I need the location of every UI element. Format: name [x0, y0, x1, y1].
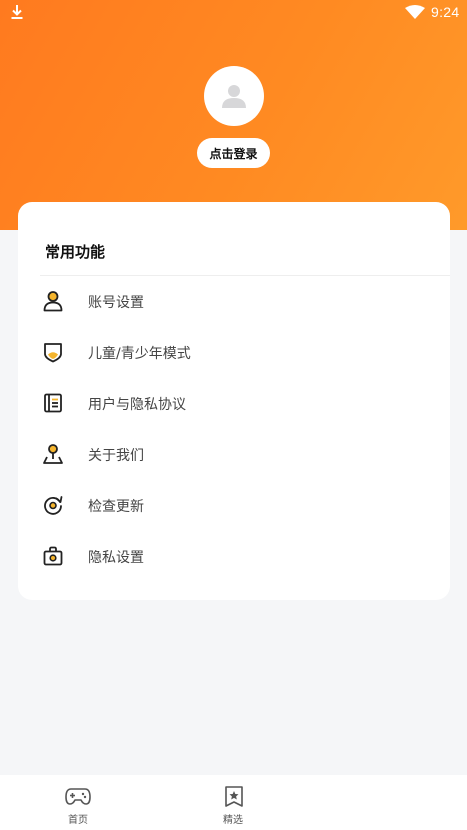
refresh-icon — [44, 496, 63, 515]
download-icon — [11, 5, 23, 19]
menu-item-privacy-settings[interactable]: 隐私设置 — [18, 533, 450, 581]
menu-item-label: 隐私设置 — [88, 550, 144, 566]
menu-item-youth-mode[interactable]: 儿童/青少年模式 — [18, 329, 450, 377]
menu-item-label: 检查更新 — [88, 499, 144, 515]
gamepad-icon — [65, 788, 91, 805]
divider — [40, 275, 450, 276]
features-card: 常用功能 账号设置 儿童/青少年模式 用户与隐私协议 关于我们 检查更新 隐私设… — [18, 202, 450, 600]
lock-bag-icon — [43, 546, 63, 566]
person-icon — [43, 291, 63, 312]
wifi-icon — [405, 5, 425, 19]
tab-featured[interactable]: 精选 — [188, 775, 278, 830]
user-avatar-icon — [222, 85, 246, 108]
avatar[interactable] — [204, 66, 264, 126]
tab-home[interactable]: 首页 — [33, 775, 123, 830]
document-icon — [44, 393, 62, 413]
menu-item-check-update[interactable]: 检查更新 — [18, 482, 450, 530]
menu-item-label: 关于我们 — [88, 448, 144, 464]
login-button[interactable]: 点击登录 — [197, 138, 270, 168]
status-bar: 9:24 — [0, 0, 467, 26]
menu-item-label: 儿童/青少年模式 — [88, 346, 191, 362]
star-bookmark-icon — [225, 786, 243, 807]
location-pin-icon — [43, 444, 63, 464]
status-time: 9:24 — [431, 4, 460, 20]
menu-item-privacy-agreement[interactable]: 用户与隐私协议 — [18, 380, 450, 428]
menu-item-account-settings[interactable]: 账号设置 — [18, 278, 450, 326]
menu-item-about-us[interactable]: 关于我们 — [18, 431, 450, 479]
menu-item-label: 用户与隐私协议 — [88, 397, 186, 413]
bottom-nav: 首页 精选 — [0, 775, 467, 830]
tab-label: 精选 — [223, 815, 243, 826]
menu-item-label: 账号设置 — [88, 295, 144, 311]
shield-icon — [44, 343, 62, 363]
tab-label: 首页 — [68, 815, 88, 826]
features-title: 常用功能 — [45, 243, 106, 261]
